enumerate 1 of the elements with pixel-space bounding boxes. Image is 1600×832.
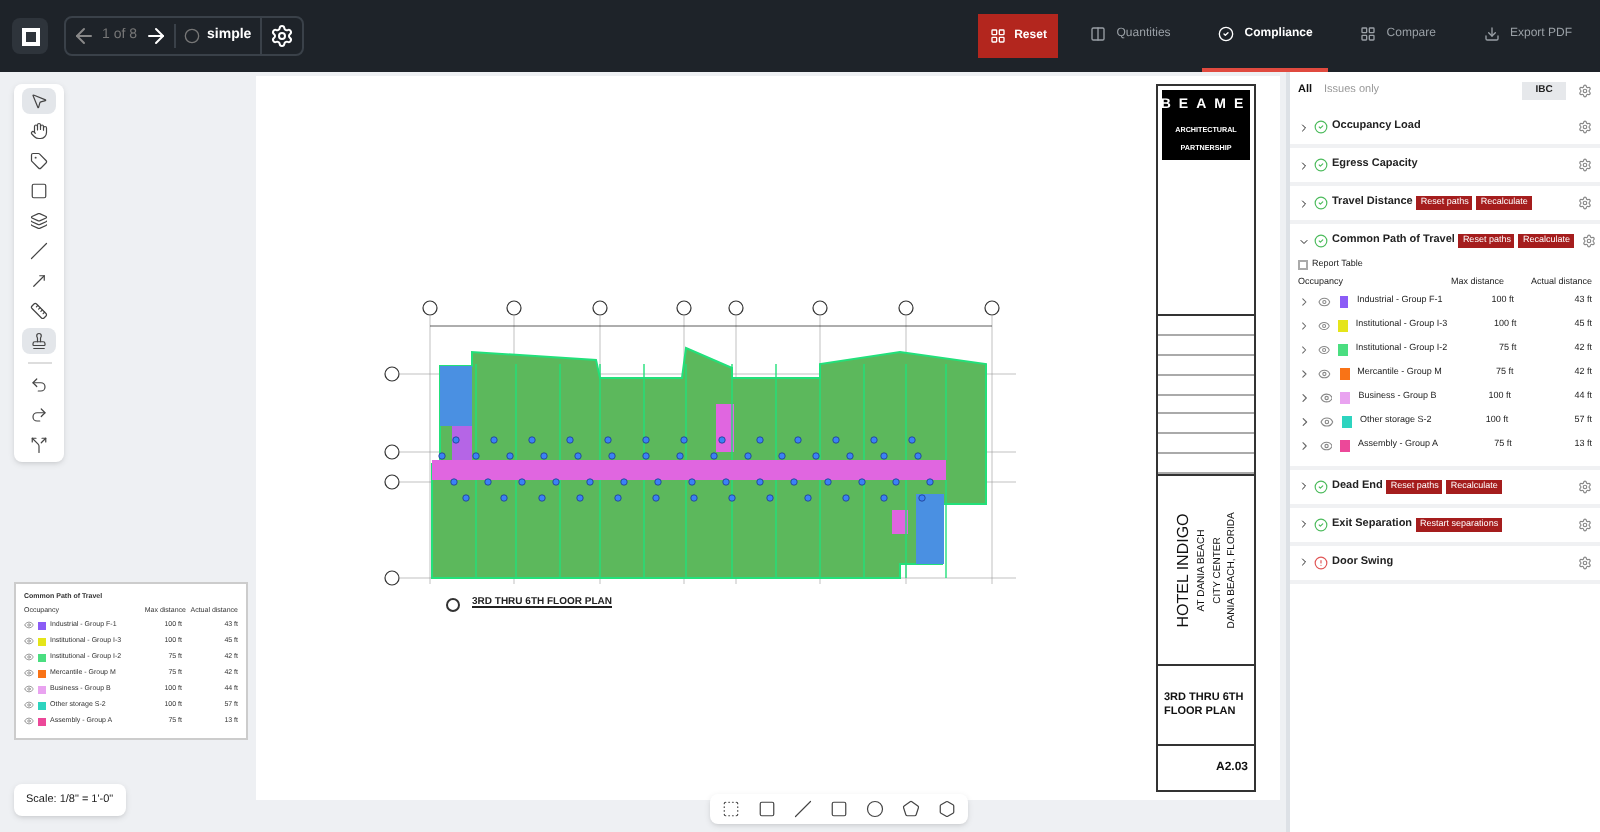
project-name: HOTEL INDIGO	[1171, 512, 1194, 628]
